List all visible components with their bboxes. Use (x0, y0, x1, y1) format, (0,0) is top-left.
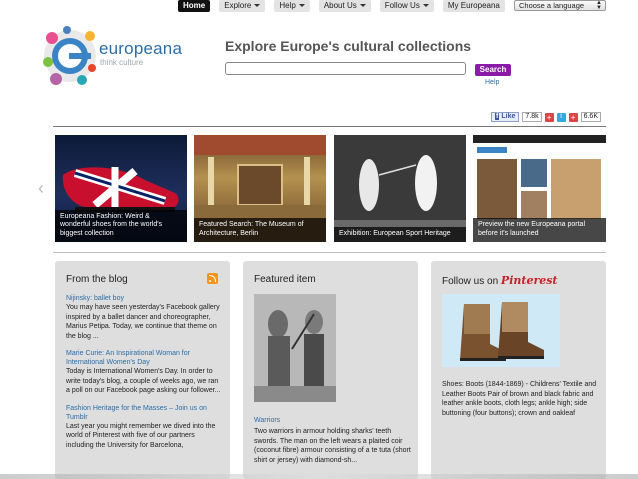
nav-follow-label: Follow Us (384, 1, 420, 10)
search-input[interactable] (225, 62, 466, 75)
nav-home[interactable]: Home (178, 0, 211, 12)
language-select-label: Choose a language (519, 1, 585, 10)
slide-caption: Exhibition: European Sport Heritage (334, 226, 466, 242)
blog-post-excerpt: Today is International Women's Day. In o… (66, 368, 221, 394)
blog-list: Nijinsky: ballet boy You may have seen y… (66, 294, 224, 458)
caret-down-icon (359, 4, 366, 8)
carousel-slide-architecture[interactable]: Featured Search: The Museum of Architect… (194, 135, 326, 242)
caret-down-icon (422, 4, 429, 8)
carousel-slide-fashion[interactable]: Europeana Fashion: Weird & wonderful sho… (55, 135, 187, 242)
slide-caption: Preview the new Europeana portal before … (473, 218, 606, 242)
pinterest-item-description: Shoes: Boots (1844-1869) - Childrens' Te… (442, 381, 597, 417)
facebook-icon: f (495, 113, 500, 120)
nav-about-us[interactable]: About Us (318, 0, 371, 12)
plus-count: 6.6K (580, 112, 601, 122)
nav-follow-us[interactable]: Follow Us (379, 0, 434, 12)
pinterest-panel-title: Follow us on Pinterest (442, 274, 558, 287)
twitter-icon[interactable]: t (556, 112, 566, 122)
pinterest-logo-icon[interactable]: Pinterest (501, 274, 558, 287)
pinterest-item-image[interactable] (442, 294, 560, 367)
slide-caption: Featured Search: The Museum of Architect… (194, 218, 326, 242)
nav-about-label: About Us (323, 1, 357, 10)
brand-name: europeana (99, 39, 183, 58)
caret-down-icon (298, 4, 305, 8)
boots-photo (442, 294, 560, 367)
featured-item-description: Two warriors in armour holding sharks' t… (254, 428, 411, 464)
language-select[interactable]: Choose a language ▲ ▼ (514, 0, 606, 11)
europeana-logo-icon[interactable] (40, 24, 100, 88)
featured-item-image[interactable] (254, 294, 336, 402)
divider (53, 126, 606, 127)
nav-help-label: Help (279, 1, 296, 10)
window-bottom-edge (0, 474, 638, 479)
featured-item-title[interactable]: Warriors (254, 417, 280, 424)
nav-explore-label: Explore (224, 1, 252, 10)
blog-post-title[interactable]: Nijinsky: ballet boy (66, 294, 224, 303)
pinterest-panel: Follow us on Pinterest Shoes: Boots (184… (431, 261, 606, 479)
like-count: 7.8k (522, 112, 542, 122)
nav-explore[interactable]: Explore (219, 0, 266, 12)
caret-down-icon (254, 4, 261, 8)
blog-post-title[interactable]: Marie Curie: An Inspirational Woman for … (66, 349, 224, 367)
search-button[interactable]: Search (475, 64, 511, 76)
page-headline: Explore Europe's cultural collections (225, 38, 472, 54)
rss-icon[interactable] (207, 273, 218, 284)
carousel-prev-icon[interactable]: ‹ (38, 178, 44, 199)
share-bar: f Like 7.8k + t + 6.6K (491, 112, 601, 122)
nav-my-europeana-label: My Europeana (447, 1, 500, 10)
slide-caption: Europeana Fashion: Weird & wonderful sho… (55, 209, 187, 242)
warriors-photo (254, 294, 336, 402)
nav-my-europeana[interactable]: My Europeana (442, 0, 505, 12)
blog-panel-title: From the blog (66, 274, 128, 285)
brand-tagline: think culture (100, 58, 144, 67)
carousel-slide-new-portal[interactable]: Preview the new Europeana portal before … (473, 135, 606, 242)
blog-post-title[interactable]: Fashion Heritage for the Masses – Join u… (66, 404, 224, 422)
nav-home-label: Home (183, 1, 206, 10)
nav-help[interactable]: Help (274, 0, 310, 12)
blog-post-excerpt: You may have seen yesterday's Facebook g… (66, 304, 220, 340)
help-link[interactable]: Help (485, 79, 499, 86)
plus-share-icon[interactable]: + (544, 112, 554, 122)
facebook-like-button[interactable]: f Like (491, 112, 520, 122)
top-navigation: Home Explore Help About Us Follow Us My … (178, 0, 505, 12)
google-plus-icon[interactable]: + (568, 112, 578, 122)
follow-us-label: Follow us on (442, 276, 499, 287)
blog-post-excerpt: Last year you might remember we dived in… (66, 422, 216, 449)
featured-panel: Featured item Warriors Two warriors in a… (243, 261, 418, 479)
facebook-like-label: Like (501, 113, 516, 120)
featured-panel-title: Featured item (254, 274, 316, 285)
blog-panel: From the blog Nijinsky: ballet boy You m… (55, 261, 230, 479)
select-arrows-icon: ▲ ▼ (596, 0, 602, 11)
carousel-slide-sport[interactable]: Exhibition: European Sport Heritage (334, 135, 466, 242)
divider (53, 252, 606, 253)
